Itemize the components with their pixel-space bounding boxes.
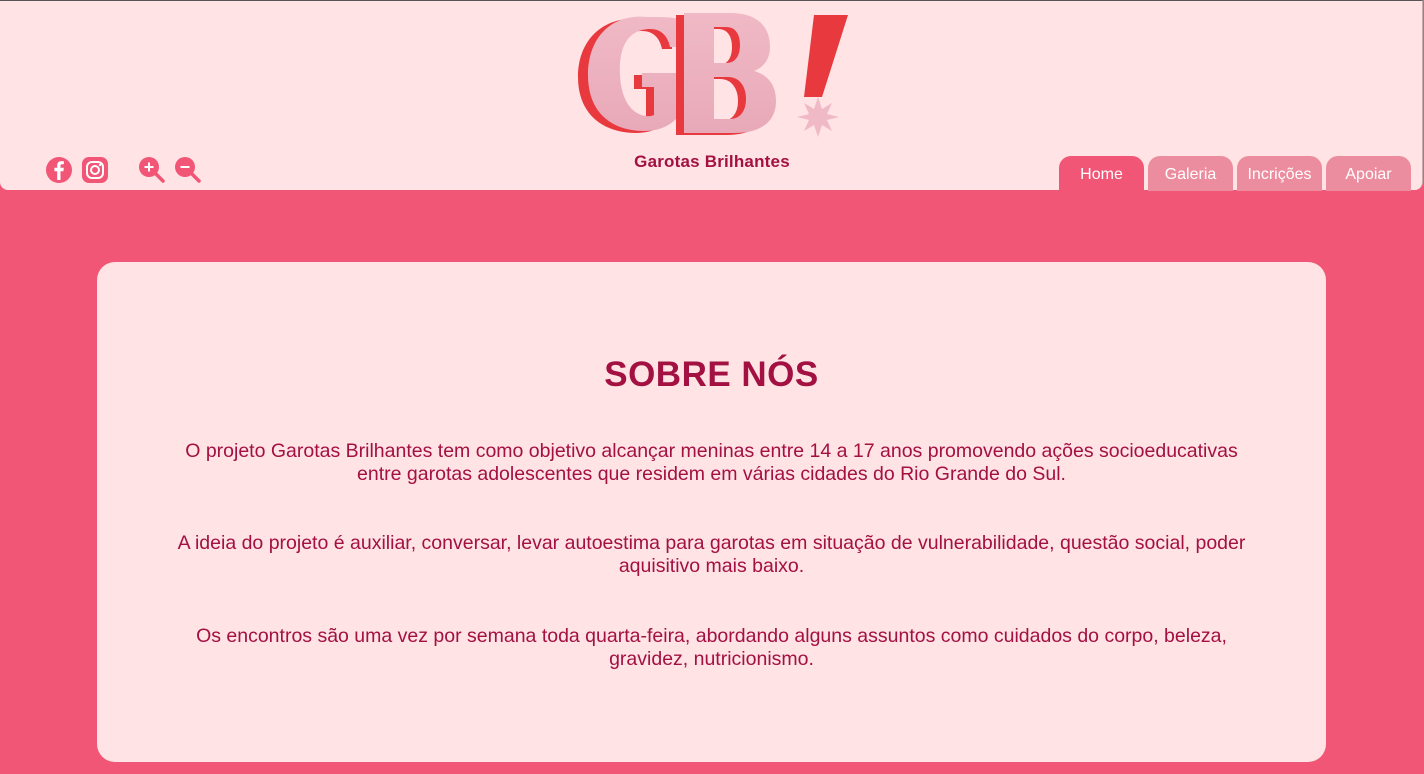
tab-galeria[interactable]: Galeria — [1148, 156, 1233, 191]
tab-incricoes[interactable]: Incrições — [1237, 156, 1322, 191]
about-title: SOBRE NÓS — [604, 355, 819, 394]
tab-apoiar[interactable]: Apoiar — [1326, 156, 1411, 191]
tab-home[interactable]: Home — [1059, 156, 1144, 191]
zoom-in-icon[interactable] — [137, 156, 165, 184]
brand-name: Garotas Brilhantes — [634, 152, 790, 171]
about-paragraph-1: O projeto Garotas Brilhantes tem como ob… — [185, 440, 1238, 485]
facebook-icon[interactable] — [45, 156, 73, 184]
about-paragraph-2: A ideia do projeto é auxiliar, conversar… — [177, 532, 1246, 577]
about-card: SOBRE NÓS O projeto Garotas Brilhantes t… — [97, 262, 1326, 762]
main-nav: Home Galeria Incrições Apoiar — [1059, 156, 1411, 191]
instagram-icon[interactable] — [81, 156, 109, 184]
site-header: Garotas Brilhantes Home Galeria Incriçõe… — [0, 0, 1423, 191]
zoom-out-icon[interactable] — [173, 156, 201, 184]
gb-logo — [578, 13, 848, 137]
about-paragraph-3: Os encontros são uma vez por semana toda… — [196, 625, 1227, 670]
